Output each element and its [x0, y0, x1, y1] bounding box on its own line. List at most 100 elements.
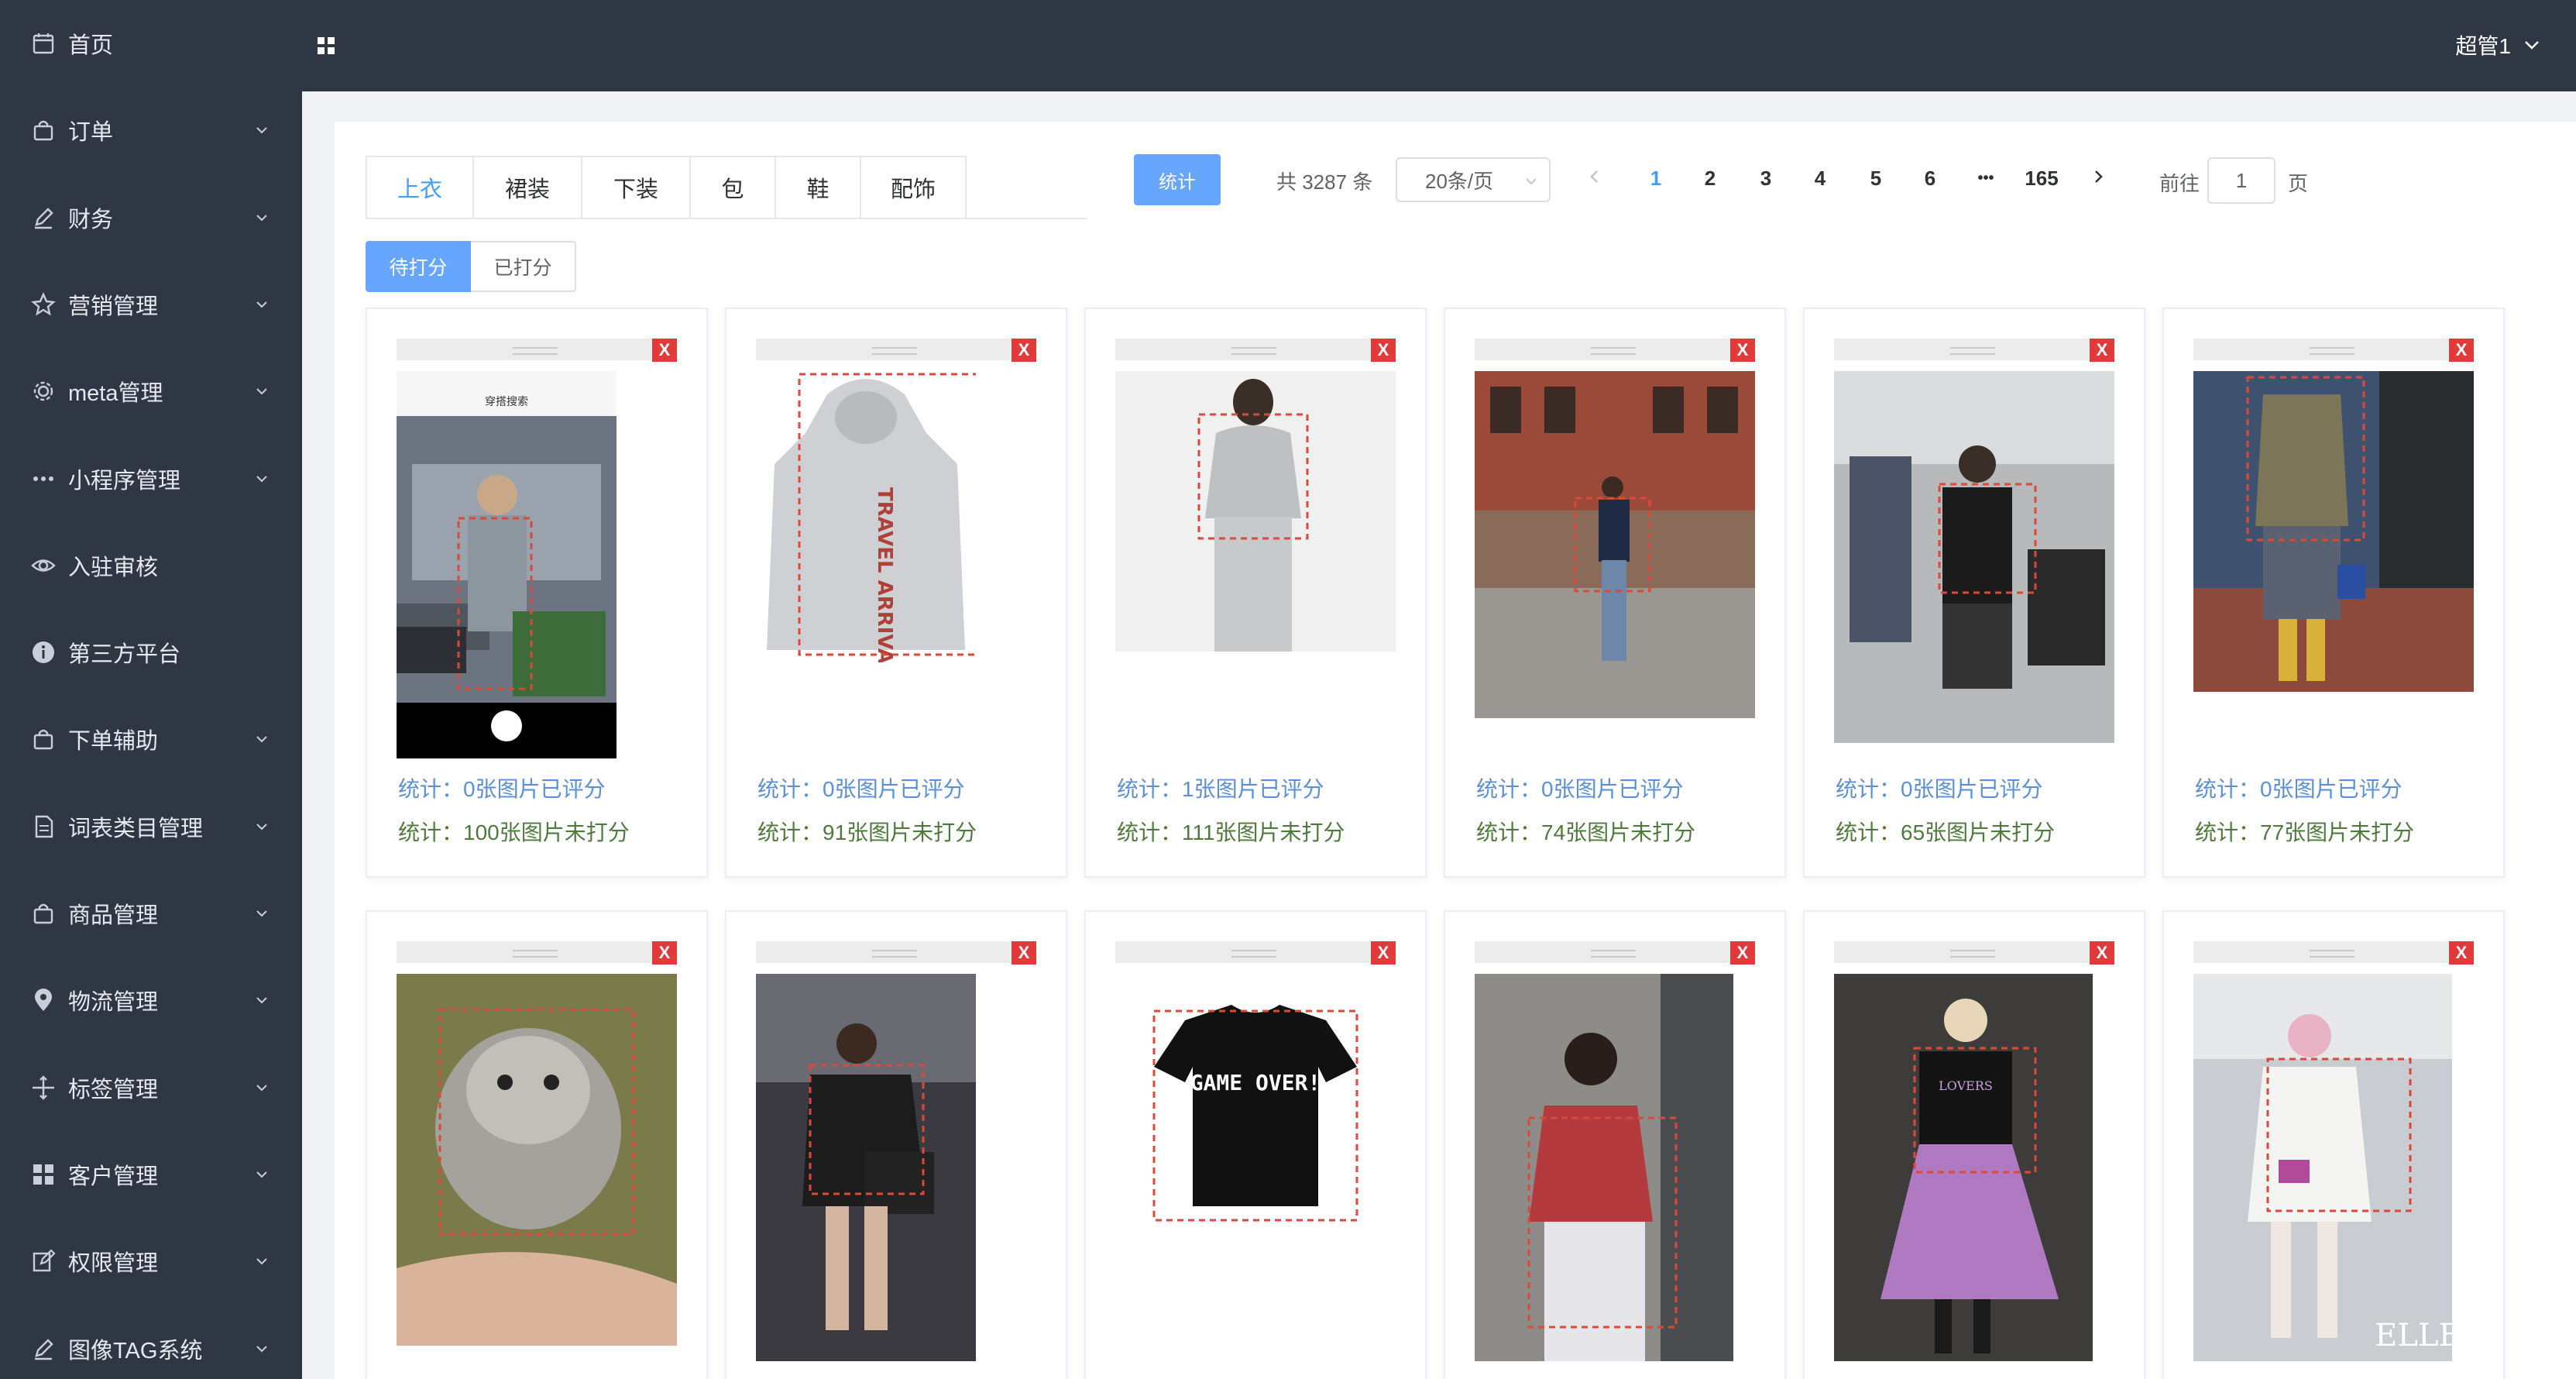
image-card: X 统计：0张图片已评分 统计：65张图片未打分	[1803, 308, 2145, 878]
goto-prefix: 前往	[2159, 172, 2200, 195]
card-toolbar	[1115, 941, 1396, 963]
page-4[interactable]: 4	[1797, 167, 1843, 191]
product-image[interactable]	[2193, 371, 2474, 692]
sidebar-item-0[interactable]: 首页	[0, 0, 302, 87]
sidebar-item-3[interactable]: 营销管理	[0, 261, 302, 348]
prev-page-icon[interactable]	[1586, 168, 1603, 185]
card-toolbar	[397, 941, 677, 963]
remove-image-button[interactable]: X	[2449, 339, 2474, 362]
unrated-count: 统计：77张图片未打分	[2195, 820, 2415, 844]
sidebar-item-7[interactable]: 第三方平台	[0, 609, 302, 696]
chevron-down-icon	[256, 910, 267, 917]
page-3[interactable]: 3	[1743, 167, 1789, 191]
card-toolbar	[1475, 339, 1755, 360]
category-tabs: 上衣 裙装 下装 包 鞋 配饰	[366, 156, 967, 219]
remove-image-button[interactable]: X	[652, 941, 677, 965]
image-card: X	[725, 910, 1067, 1379]
sidebar-item-2[interactable]: 财务	[0, 174, 302, 261]
calendar-icon	[29, 29, 57, 57]
tab-skirt[interactable]: 裙装	[474, 156, 582, 219]
sidebar-item-label: 下单辅助	[68, 729, 159, 755]
product-image[interactable]	[1115, 371, 1396, 652]
sidebar-item-8[interactable]: 下单辅助	[0, 696, 302, 782]
move-icon	[29, 1074, 57, 1102]
sidebar-item-6[interactable]: 入驻审核	[0, 522, 302, 609]
user-menu[interactable]: 超管1	[2455, 29, 2542, 60]
product-image[interactable]: ELLE	[2193, 974, 2452, 1361]
sidebar-item-9[interactable]: 词表类目管理	[0, 783, 302, 870]
page-1[interactable]: 1	[1633, 167, 1679, 191]
page-6[interactable]: 6	[1907, 167, 1953, 191]
tab-shoes[interactable]: 鞋	[776, 156, 861, 219]
product-image[interactable]	[1475, 371, 1755, 718]
sidebar-item-12[interactable]: 标签管理	[0, 1044, 302, 1131]
unrated-count: 统计：111张图片未打分	[1117, 820, 1345, 844]
remove-image-button[interactable]: X	[652, 339, 677, 362]
tab-pending-score[interactable]: 待打分	[366, 241, 471, 292]
page-ellipsis[interactable]: •••	[1963, 170, 2009, 187]
remove-image-button[interactable]: X	[1012, 941, 1036, 965]
product-image[interactable]	[397, 974, 677, 1346]
card-toolbar	[397, 339, 677, 360]
sidebar-item-13[interactable]: 客户管理	[0, 1131, 302, 1218]
remove-image-button[interactable]: X	[1730, 339, 1755, 362]
sidebar-item-14[interactable]: 权限管理	[0, 1218, 302, 1305]
page-2[interactable]: 2	[1687, 167, 1733, 191]
top-header: 超管1	[302, 0, 2576, 91]
sidebar-item-4[interactable]: meta管理	[0, 348, 302, 435]
chevron-down-icon	[256, 823, 267, 830]
tab-scored[interactable]: 已打分	[471, 241, 576, 292]
stat-button[interactable]: 统计	[1134, 154, 1221, 205]
page-165[interactable]: 165	[2018, 167, 2065, 191]
page-size-select[interactable]: 20条/页	[1396, 157, 1551, 202]
sidebar-item-label: 首页	[68, 33, 114, 58]
card-toolbar	[1475, 941, 1755, 963]
remove-image-button[interactable]: X	[2090, 941, 2114, 965]
product-image[interactable]: 穿搭搜索	[397, 371, 617, 758]
tab-bottoms[interactable]: 下装	[582, 156, 691, 219]
sidebar-item-label: 入驻审核	[68, 555, 159, 580]
unrated-count: 统计：74张图片未打分	[1476, 820, 1696, 844]
product-image[interactable]: LOVERS	[1834, 974, 2093, 1361]
rated-count: 统计：0张图片已评分	[2195, 777, 2403, 801]
rated-count: 统计：0张图片已评分	[757, 777, 965, 801]
sidebar-item-label: 词表类目管理	[68, 816, 204, 841]
star-icon	[29, 291, 57, 318]
unrated-count: 统计：65张图片未打分	[1836, 820, 2056, 844]
next-page-icon[interactable]	[2090, 168, 2107, 185]
phone-title-text: 穿搭搜索	[485, 395, 528, 408]
remove-image-button[interactable]: X	[1730, 941, 1755, 965]
remove-image-button[interactable]: X	[1371, 941, 1396, 965]
sidebar-item-5[interactable]: 小程序管理	[0, 435, 302, 522]
card-toolbar	[1834, 941, 2114, 963]
grid-menu-icon[interactable]	[314, 34, 338, 57]
tab-top[interactable]: 上衣	[366, 156, 474, 219]
sidebar-item-1[interactable]: 订单	[0, 87, 302, 174]
remove-image-button[interactable]: X	[2449, 941, 2474, 965]
eye-icon	[29, 552, 57, 579]
remove-image-button[interactable]: X	[1371, 339, 1396, 362]
bag-icon	[29, 116, 57, 144]
product-image[interactable]	[1475, 974, 1733, 1361]
goto-page-input[interactable]	[2207, 157, 2275, 204]
info-icon	[29, 638, 57, 666]
page-5[interactable]: 5	[1853, 167, 1899, 191]
tab-bag[interactable]: 包	[691, 156, 776, 219]
tab-accessories[interactable]: 配饰	[861, 156, 967, 219]
sidebar-item-11[interactable]: 物流管理	[0, 957, 302, 1044]
sidebar-item-15[interactable]: 图像TAG系统	[0, 1305, 302, 1379]
sidebar-item-10[interactable]: 商品管理	[0, 870, 302, 957]
product-image[interactable]	[1834, 371, 2114, 743]
card-toolbar	[756, 339, 1036, 360]
remove-image-button[interactable]: X	[2090, 339, 2114, 362]
card-toolbar	[1834, 339, 2114, 360]
chevron-down-icon	[256, 475, 267, 482]
remove-image-button[interactable]: X	[1012, 339, 1036, 362]
product-image[interactable]: TRAVEL ARRIVAL	[756, 371, 976, 662]
total-count: 共 3287 条	[1276, 170, 1373, 194]
product-image[interactable]	[756, 974, 976, 1361]
grid-icon	[29, 1161, 57, 1188]
chevron-down-icon	[256, 1345, 267, 1352]
gear-icon	[29, 377, 57, 405]
product-image[interactable]: GAME OVER!	[1115, 974, 1396, 1254]
